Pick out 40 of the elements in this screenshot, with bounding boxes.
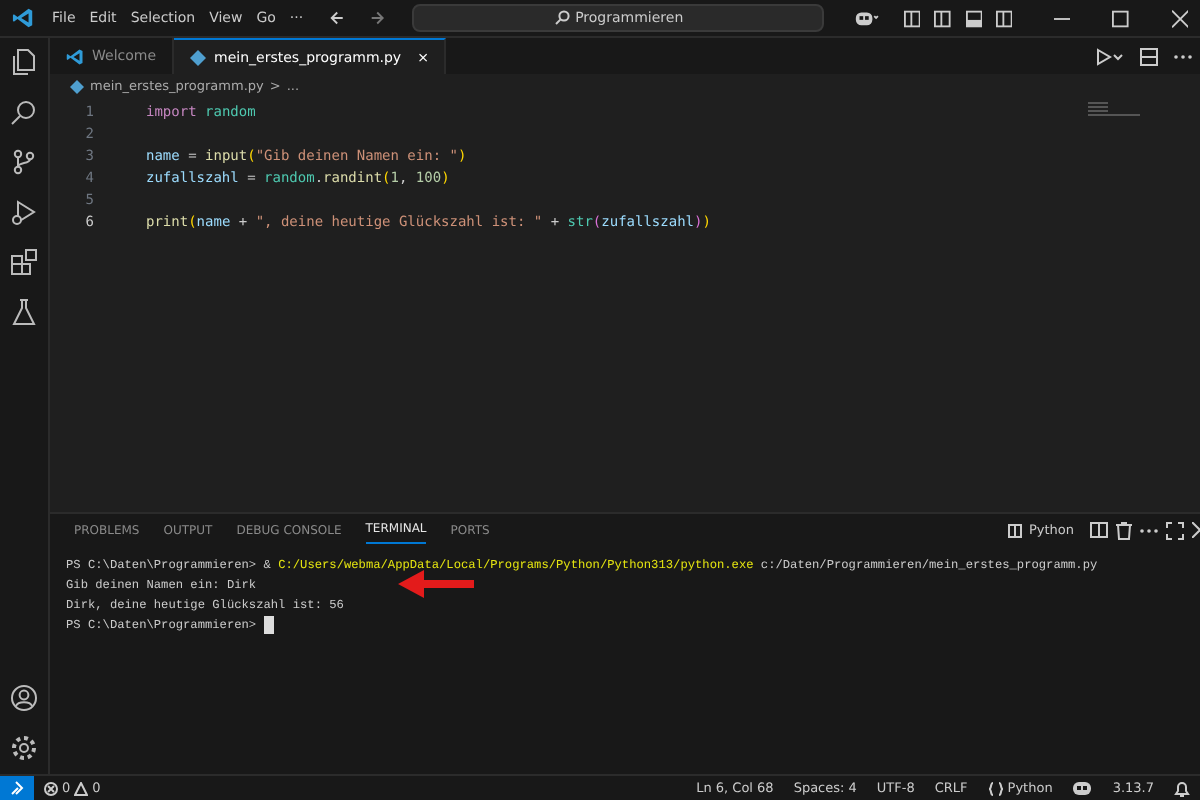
terminal-icon: [1008, 523, 1023, 537]
files-icon[interactable]: [10, 48, 38, 76]
more-icon[interactable]: [1174, 53, 1192, 59]
close-icon[interactable]: [1171, 9, 1189, 27]
search-icon: [553, 10, 570, 26]
more-icon[interactable]: [1140, 527, 1158, 533]
back-arrow-icon[interactable]: [327, 8, 346, 28]
arrow-annotation: [398, 570, 474, 598]
vscode-logo-icon: [66, 47, 84, 65]
bell-icon[interactable]: [1174, 779, 1190, 797]
run-debug-icon[interactable]: [10, 198, 38, 226]
layout-icon[interactable]: [904, 9, 921, 27]
split-terminal-icon[interactable]: [1090, 522, 1108, 538]
maximize-panel-icon[interactable]: [1166, 521, 1184, 539]
source-control-icon[interactable]: [10, 148, 38, 176]
warning-icon: [74, 781, 89, 795]
remote-button[interactable]: [0, 776, 34, 800]
flask-icon[interactable]: [10, 298, 38, 326]
error-icon: [44, 781, 58, 795]
run-icon[interactable]: [1096, 47, 1124, 65]
maximize-icon[interactable]: [1112, 9, 1130, 27]
remote-icon: [9, 780, 25, 796]
layout-icon[interactable]: [965, 9, 982, 27]
vscode-logo-icon: [12, 6, 35, 30]
split-editor-icon[interactable]: [1140, 47, 1158, 65]
minimap-drawing: [1088, 102, 1140, 116]
search-icon[interactable]: [10, 98, 38, 126]
terminal-cursor: [263, 615, 274, 633]
python-file-icon: [70, 79, 84, 93]
settings-icon[interactable]: [10, 734, 38, 762]
forward-arrow-icon[interactable]: [367, 8, 387, 28]
extensions-icon[interactable]: [10, 248, 38, 276]
trash-icon[interactable]: [1116, 521, 1132, 539]
layout-icon[interactable]: [995, 9, 1013, 27]
account-icon[interactable]: [10, 684, 38, 712]
braces-icon: [987, 781, 1004, 795]
layout-icon[interactable]: [934, 9, 952, 27]
copilot-icon[interactable]: [854, 8, 881, 28]
copilot-icon[interactable]: [1072, 780, 1093, 796]
python-file-icon: [190, 49, 207, 65]
